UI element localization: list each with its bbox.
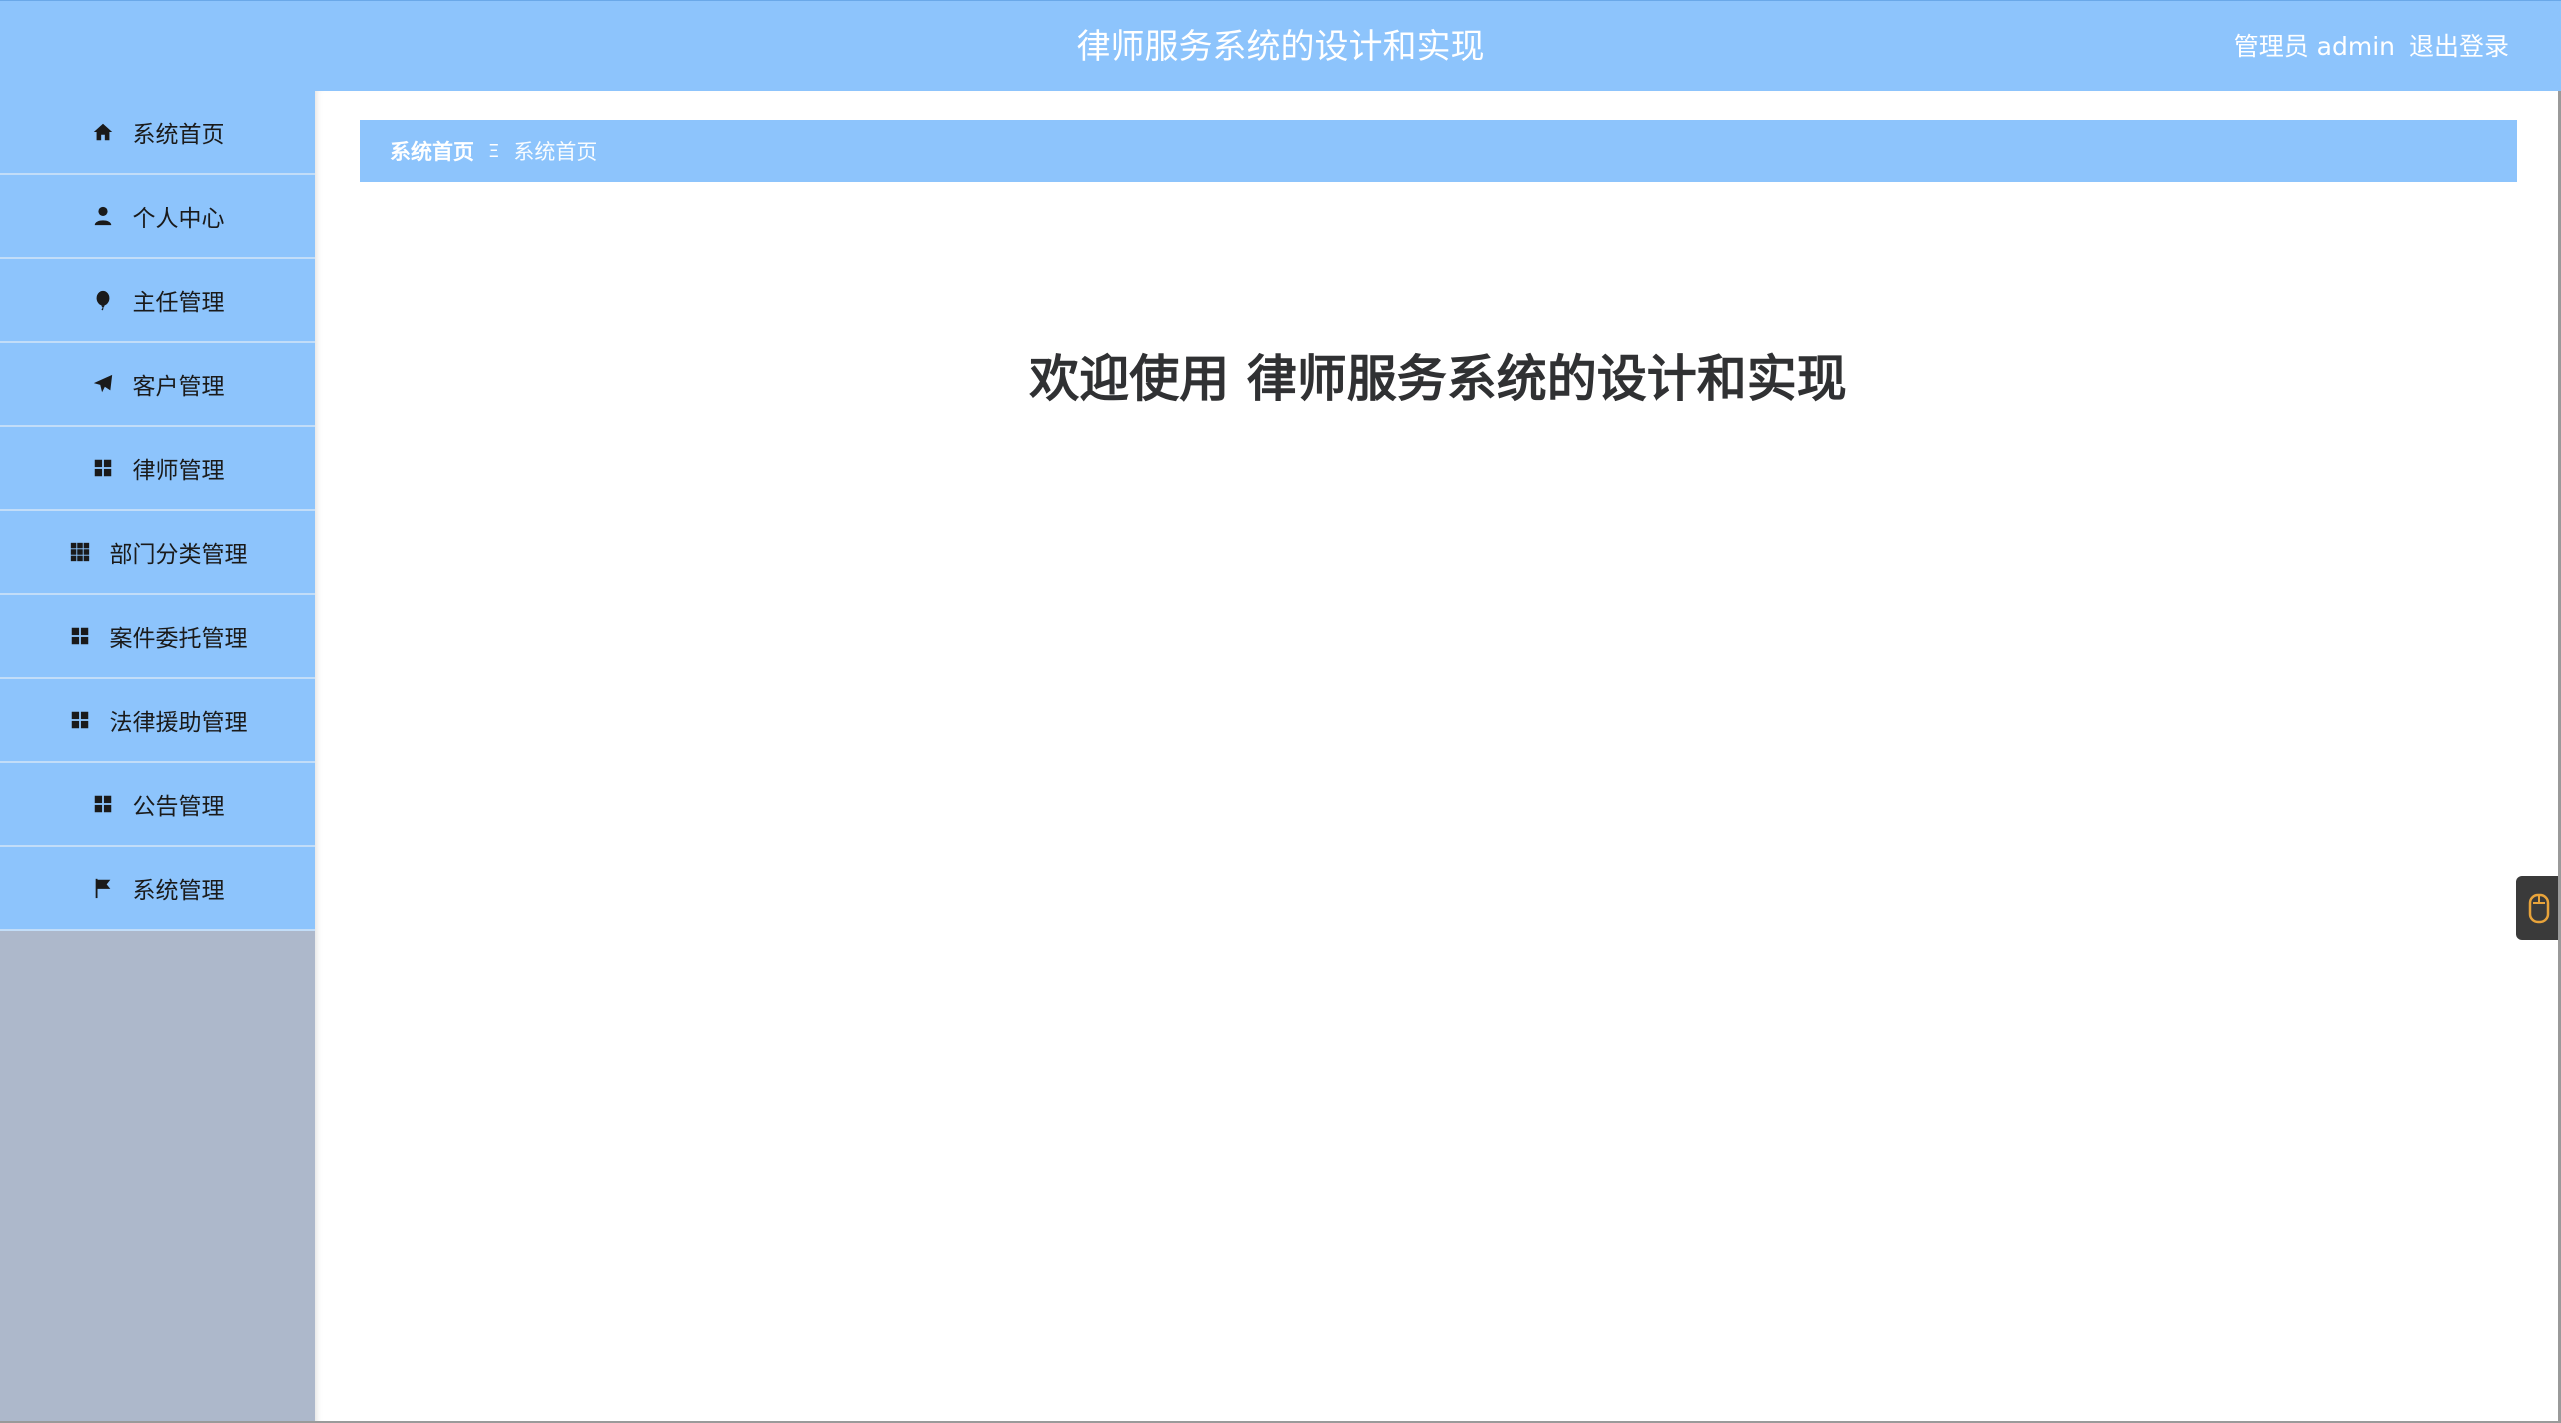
sidebar-item-label: 部门分类管理 [109,542,248,568]
grid-nine-icon [68,540,92,564]
current-user-label: 管理员 admin [2233,32,2395,61]
grid-icon [68,624,92,648]
grid-icon [68,708,92,732]
breadcrumb-separator: Ξ [488,140,500,162]
mouse-icon [2527,891,2551,925]
sidebar-item-label: 系统首页 [132,122,225,148]
sidebar: 系统首页 个人中心 主任管理 客户管理 律师管理 部门分类管理 案件委托管理 法… [0,91,315,1423]
grid-icon [91,456,115,480]
paper-plane-icon [91,372,115,396]
sidebar-item-announcement[interactable]: 公告管理 [0,763,315,847]
breadcrumb: 系统首页 Ξ 系统首页 [360,120,2517,182]
sidebar-item-label: 法律援助管理 [109,710,248,736]
sidebar-item-label: 案件委托管理 [109,626,248,652]
welcome-heading: 欢迎使用 律师服务系统的设计和实现 [1029,349,1847,408]
user-area: 管理员 admin 退出登录 [2234,29,2509,65]
main-content: 系统首页 Ξ 系统首页 欢迎使用 律师服务系统的设计和实现 [315,91,2561,1423]
balloon-icon [91,288,115,312]
sidebar-item-lawyer[interactable]: 律师管理 [0,427,315,511]
floating-toolbar-toggle[interactable] [2516,876,2561,940]
home-icon [91,120,115,144]
sidebar-item-label: 律师管理 [132,458,225,484]
sidebar-item-legal-aid[interactable]: 法律援助管理 [0,679,315,763]
sidebar-item-director[interactable]: 主任管理 [0,259,315,343]
sidebar-item-label: 系统管理 [132,878,225,904]
user-icon [91,204,115,228]
breadcrumb-home-link[interactable]: 系统首页 [390,136,474,166]
sidebar-item-system[interactable]: 系统管理 [0,847,315,931]
sidebar-item-label: 客户管理 [132,374,225,400]
sidebar-item-label: 个人中心 [132,206,225,232]
sidebar-item-personal-center[interactable]: 个人中心 [0,175,315,259]
sidebar-item-label: 主任管理 [132,290,225,316]
top-header: 律师服务系统的设计和实现 管理员 admin 退出登录 [0,0,2561,91]
app-title: 律师服务系统的设计和实现 [1076,27,1485,67]
sidebar-item-home[interactable]: 系统首页 [0,91,315,175]
sidebar-item-client[interactable]: 客户管理 [0,343,315,427]
flag-icon [91,876,115,900]
sidebar-item-label: 公告管理 [132,794,225,820]
sidebar-item-department-category[interactable]: 部门分类管理 [0,511,315,595]
sidebar-item-case-commission[interactable]: 案件委托管理 [0,595,315,679]
logout-link[interactable]: 退出登录 [2409,32,2509,61]
grid-icon [91,792,115,816]
breadcrumb-current: 系统首页 [513,140,598,164]
